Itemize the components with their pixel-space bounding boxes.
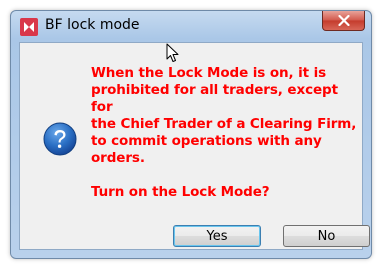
message-body: When the Lock Mode is on, it is prohibit…: [91, 65, 357, 166]
title-bar[interactable]: BF lock mode: [11, 11, 371, 42]
no-button[interactable]: No: [283, 225, 370, 247]
message-question: Turn on the Lock Mode?: [91, 184, 270, 200]
mouse-pointer-icon: [166, 43, 179, 62]
yes-button[interactable]: Yes: [173, 225, 261, 247]
dialog-content: When the Lock Mode is on, it is prohibit…: [19, 42, 370, 250]
close-icon: [337, 15, 350, 26]
close-button[interactable]: [322, 11, 365, 31]
dialog-window: BF lock mode When the Lock Mode is on, i…: [10, 10, 372, 259]
message-text: When the Lock Mode is on, it is prohibit…: [91, 65, 359, 201]
app-logo-icon: [20, 18, 38, 36]
window-title: BF lock mode: [45, 17, 140, 33]
question-icon: [43, 122, 77, 156]
